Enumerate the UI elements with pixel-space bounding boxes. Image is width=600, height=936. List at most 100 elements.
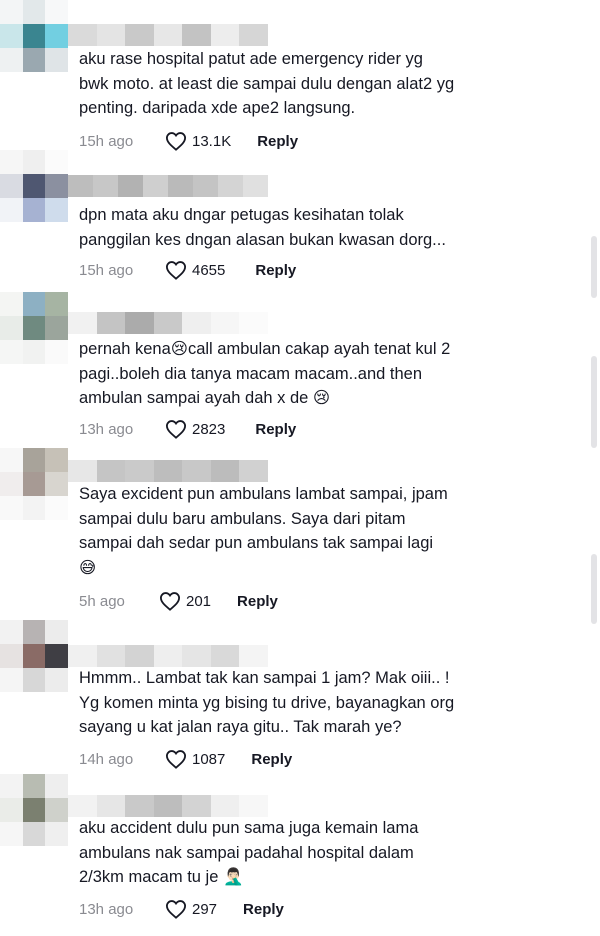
reply-button[interactable]: Reply	[255, 262, 296, 279]
like-button[interactable]: 201	[159, 591, 211, 611]
username-pixel	[93, 175, 118, 197]
comment-text: dpn mata aku dngar petugas kesihatan tol…	[79, 206, 446, 249]
avatar-pixel	[0, 774, 23, 798]
avatar-pixel	[22, 496, 46, 520]
avatar[interactable]	[0, 0, 68, 72]
timestamp: 14h ago	[79, 750, 134, 768]
comment-text: aku rase hospital patut ade emergency ri…	[79, 50, 455, 117]
avatar-pixel	[0, 496, 23, 520]
scrollbar-thumb[interactable]	[591, 356, 597, 448]
username-pixel	[68, 24, 97, 46]
username-pixel	[118, 175, 143, 197]
avatar-pixel	[0, 340, 23, 364]
username-pixel	[143, 175, 168, 197]
reply-button[interactable]: Reply	[237, 593, 278, 610]
heart-outline-icon	[165, 900, 187, 919]
comment-text: pernah kena😢call ambulan cakap ayah tena…	[79, 340, 451, 407]
timestamp: 5h ago	[79, 592, 125, 610]
username-blurred[interactable]	[68, 175, 268, 197]
avatar-pixel	[45, 48, 68, 72]
comment-meta: 5h ago 201 Reply	[79, 589, 479, 613]
avatar-pixel	[45, 24, 68, 48]
username-pixel	[68, 312, 97, 334]
username-pixel	[239, 460, 269, 482]
username-pixel	[125, 24, 154, 46]
avatar-pixel	[0, 798, 23, 822]
username-pixel	[182, 795, 211, 817]
avatar-pixel	[22, 668, 46, 692]
username-blurred[interactable]	[68, 460, 269, 482]
like-count: 4655	[192, 261, 226, 279]
heart-outline-icon	[165, 420, 187, 439]
avatar-pixel	[0, 198, 23, 222]
avatar-pixel	[0, 822, 23, 846]
username-pixel	[125, 645, 154, 667]
avatar-pixel	[0, 668, 23, 692]
comment-meta: 14h ago 1087 Reply	[79, 747, 479, 771]
avatar-pixel	[45, 774, 68, 798]
like-button[interactable]: 4655	[165, 260, 225, 280]
avatar[interactable]	[0, 150, 68, 222]
username-pixel	[153, 795, 183, 817]
comment-text: aku accident dulu pun sama juga kemain l…	[79, 819, 419, 886]
like-button[interactable]: 297	[165, 899, 217, 919]
comment-meta: 13h ago 2823 Reply	[79, 417, 479, 441]
avatar-pixel	[0, 174, 23, 198]
avatar-pixel	[0, 24, 23, 48]
username-pixel	[210, 460, 240, 482]
avatar[interactable]	[0, 292, 68, 364]
timestamp: 13h ago	[79, 900, 134, 918]
avatar-pixel	[0, 0, 23, 24]
avatar-pixel	[45, 472, 68, 496]
username-pixel	[182, 24, 211, 46]
username-pixel	[182, 460, 211, 482]
avatar-pixel	[45, 448, 68, 472]
reply-button[interactable]: Reply	[243, 901, 284, 918]
username-blurred[interactable]	[68, 795, 269, 817]
reply-button[interactable]: Reply	[257, 133, 298, 150]
avatar-pixel	[45, 798, 68, 822]
avatar-pixel	[45, 174, 68, 198]
username-pixel	[243, 175, 268, 197]
username-pixel	[68, 795, 97, 817]
avatar[interactable]	[0, 620, 68, 692]
avatar-pixel	[22, 620, 46, 644]
username-pixel	[239, 795, 269, 817]
like-count: 1087	[192, 750, 226, 768]
avatar-pixel	[22, 198, 46, 222]
reply-button[interactable]: Reply	[251, 751, 292, 768]
comment-meta: 13h ago 297 Reply	[79, 897, 479, 921]
username-blurred[interactable]	[68, 645, 269, 667]
username-pixel	[153, 24, 183, 46]
avatar-pixel	[22, 0, 46, 24]
heart-outline-icon	[165, 261, 187, 280]
username-pixel	[153, 312, 183, 334]
avatar[interactable]	[0, 448, 68, 520]
username-blurred[interactable]	[68, 312, 269, 334]
like-button[interactable]: 1087	[165, 749, 225, 769]
like-button[interactable]: 13.1K	[165, 131, 231, 151]
scrollbar-thumb[interactable]	[591, 554, 597, 624]
like-count: 297	[192, 900, 218, 918]
heart-outline-icon	[165, 750, 187, 769]
comment-text: Saya excident pun ambulans lambat sampai…	[79, 485, 448, 577]
scrollbar-thumb[interactable]	[591, 236, 597, 298]
reply-button[interactable]: Reply	[255, 421, 296, 438]
username-blurred[interactable]	[68, 24, 269, 46]
like-button[interactable]: 2823	[165, 419, 225, 439]
username-pixel	[96, 460, 126, 482]
avatar-pixel	[45, 668, 68, 692]
avatar-pixel	[45, 340, 68, 364]
avatar-pixel	[22, 150, 46, 174]
avatar-pixel	[22, 644, 46, 668]
like-count: 2823	[192, 420, 226, 438]
username-pixel	[96, 24, 126, 46]
avatar-pixel	[0, 292, 23, 316]
avatar-pixel	[22, 340, 46, 364]
username-pixel	[125, 312, 154, 334]
avatar[interactable]	[0, 774, 68, 846]
avatar-pixel	[0, 150, 23, 174]
username-pixel	[210, 24, 240, 46]
username-pixel	[68, 460, 97, 482]
avatar-pixel	[0, 448, 23, 472]
